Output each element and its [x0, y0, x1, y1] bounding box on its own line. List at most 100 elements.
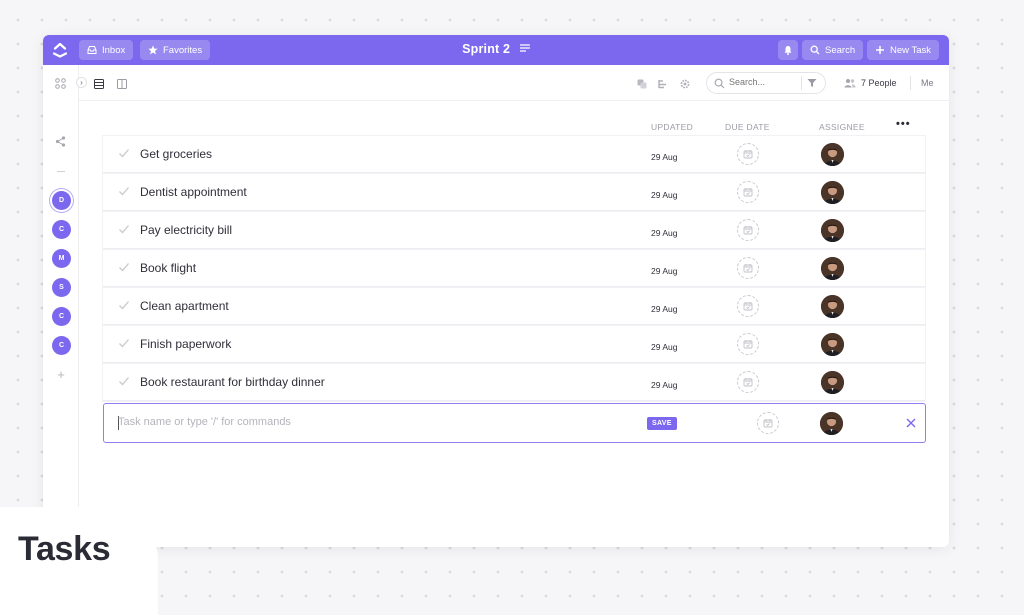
due-date-picker[interactable]: [737, 219, 759, 241]
search-box: [706, 72, 826, 94]
task-name[interactable]: Book flight: [140, 261, 196, 275]
task-updated-date: 29 Aug: [651, 380, 678, 390]
task-row[interactable]: Finish paperwork 29 Aug: [103, 326, 925, 363]
person-photo-icon: [821, 295, 844, 318]
assignee-avatar[interactable]: [821, 295, 844, 318]
new-task-input[interactable]: [118, 416, 598, 428]
assignee-avatar[interactable]: [820, 412, 843, 435]
calendar-icon: [743, 340, 753, 349]
caption-title: Tasks: [18, 530, 111, 568]
sprint-title: Sprint 2: [462, 42, 511, 56]
search-divider: [801, 76, 802, 90]
assignee-avatar[interactable]: [821, 257, 844, 280]
checkmark-icon[interactable]: [118, 147, 130, 159]
search-button[interactable]: Search: [802, 40, 864, 60]
due-date-picker[interactable]: [737, 295, 759, 317]
notifications-button[interactable]: [778, 40, 798, 60]
task-row[interactable]: Book restaurant for birthday dinner 29 Au…: [103, 364, 925, 401]
person-photo-icon: [821, 219, 844, 242]
task-updated-date: 29 Aug: [651, 266, 678, 276]
new-task-label: New Task: [890, 44, 932, 56]
add-workspace-button[interactable]: +: [55, 367, 67, 382]
assignee-avatar[interactable]: [821, 371, 844, 394]
task-name[interactable]: Dentist appointment: [140, 185, 247, 199]
task-row[interactable]: Dentist appointment 29 Aug: [103, 174, 925, 211]
checkmark-icon[interactable]: [118, 375, 130, 387]
apps-grid-icon[interactable]: [55, 78, 66, 89]
task-updated-date: 29 Aug: [651, 342, 678, 352]
sidebar: D C M S C C +: [43, 65, 79, 547]
description-icon[interactable]: [519, 44, 530, 52]
assignee-avatar[interactable]: [821, 181, 844, 204]
due-date-picker[interactable]: [737, 371, 759, 393]
task-row[interactable]: Book flight 29 Aug: [103, 250, 925, 287]
checkmark-icon[interactable]: [118, 223, 130, 235]
workspace-avatar[interactable]: D: [52, 191, 71, 210]
assignee-avatar[interactable]: [821, 143, 844, 166]
workspace-avatar[interactable]: M: [52, 249, 71, 268]
checkmark-icon[interactable]: [118, 261, 130, 273]
sidebar-divider: [57, 171, 65, 172]
task-name[interactable]: Get groceries: [140, 147, 212, 161]
column-header-due-date[interactable]: DUE DATE: [725, 122, 770, 132]
share-icon[interactable]: [55, 136, 66, 147]
task-name[interactable]: Book restaurant for birthday dinner: [140, 375, 325, 389]
due-date-picker[interactable]: [757, 412, 779, 434]
new-task-button[interactable]: New Task: [867, 40, 940, 60]
workspace-avatar[interactable]: S: [52, 278, 71, 297]
filter-icon[interactable]: [807, 78, 817, 88]
plus-icon: [876, 46, 884, 54]
task-row[interactable]: Clean apartment 29 Aug: [103, 288, 925, 325]
calendar-icon: [743, 378, 753, 387]
checkmark-icon[interactable]: [118, 185, 130, 197]
task-name[interactable]: Clean apartment: [140, 299, 229, 313]
workspace-avatar[interactable]: C: [52, 220, 71, 239]
person-photo-icon: [821, 257, 844, 280]
search-input[interactable]: [729, 77, 797, 87]
people-count[interactable]: 7 People: [861, 78, 897, 88]
calendar-icon: [743, 150, 753, 159]
workspace-avatar[interactable]: C: [52, 307, 71, 326]
task-row[interactable]: Pay electricity bill 29 Aug: [103, 212, 925, 249]
search-icon: [714, 78, 725, 89]
list-view-icon[interactable]: [94, 79, 104, 89]
due-date-picker[interactable]: [737, 143, 759, 165]
person-photo-icon: [820, 412, 843, 435]
search-label: Search: [825, 44, 856, 56]
bell-icon: [784, 46, 792, 55]
task-row[interactable]: Get groceries 29 Aug: [103, 136, 925, 173]
assignee-avatar[interactable]: [821, 333, 844, 356]
save-button[interactable]: SAVE: [647, 417, 677, 430]
due-date-picker[interactable]: [737, 257, 759, 279]
task-updated-date: 29 Aug: [651, 190, 678, 200]
assignee-avatar[interactable]: [821, 219, 844, 242]
person-photo-icon: [821, 143, 844, 166]
column-header-updated[interactable]: UPDATED: [651, 122, 693, 132]
calendar-icon: [743, 264, 753, 273]
more-options-icon[interactable]: •••: [896, 118, 911, 130]
new-task-row: SAVE: [103, 403, 926, 443]
board-view-icon[interactable]: [117, 79, 127, 89]
task-name[interactable]: Finish paperwork: [140, 337, 231, 351]
task-updated-date: 29 Aug: [651, 304, 678, 314]
me-filter[interactable]: Me: [921, 78, 934, 88]
app-window: Inbox Favorites Sprint 2 Search New Task: [43, 35, 949, 547]
people-icon[interactable]: [844, 78, 856, 88]
due-date-picker[interactable]: [737, 181, 759, 203]
sidebar-toggle-icon[interactable]: ›: [76, 77, 87, 88]
checkmark-icon[interactable]: [118, 337, 130, 349]
due-date-picker[interactable]: [737, 333, 759, 355]
group-by-icon[interactable]: [658, 79, 668, 89]
settings-gear-icon[interactable]: [679, 78, 691, 90]
calendar-icon: [743, 226, 753, 235]
subtasks-icon[interactable]: [637, 79, 647, 89]
close-icon[interactable]: [906, 418, 916, 428]
calendar-icon: [743, 302, 753, 311]
checkmark-icon[interactable]: [118, 299, 130, 311]
workspace-avatar[interactable]: C: [52, 336, 71, 355]
task-name[interactable]: Pay electricity bill: [140, 223, 232, 237]
calendar-icon: [763, 419, 773, 428]
column-header-assignee[interactable]: ASSIGNEE: [819, 122, 865, 132]
search-icon: [810, 45, 820, 55]
task-updated-date: 29 Aug: [651, 228, 678, 238]
